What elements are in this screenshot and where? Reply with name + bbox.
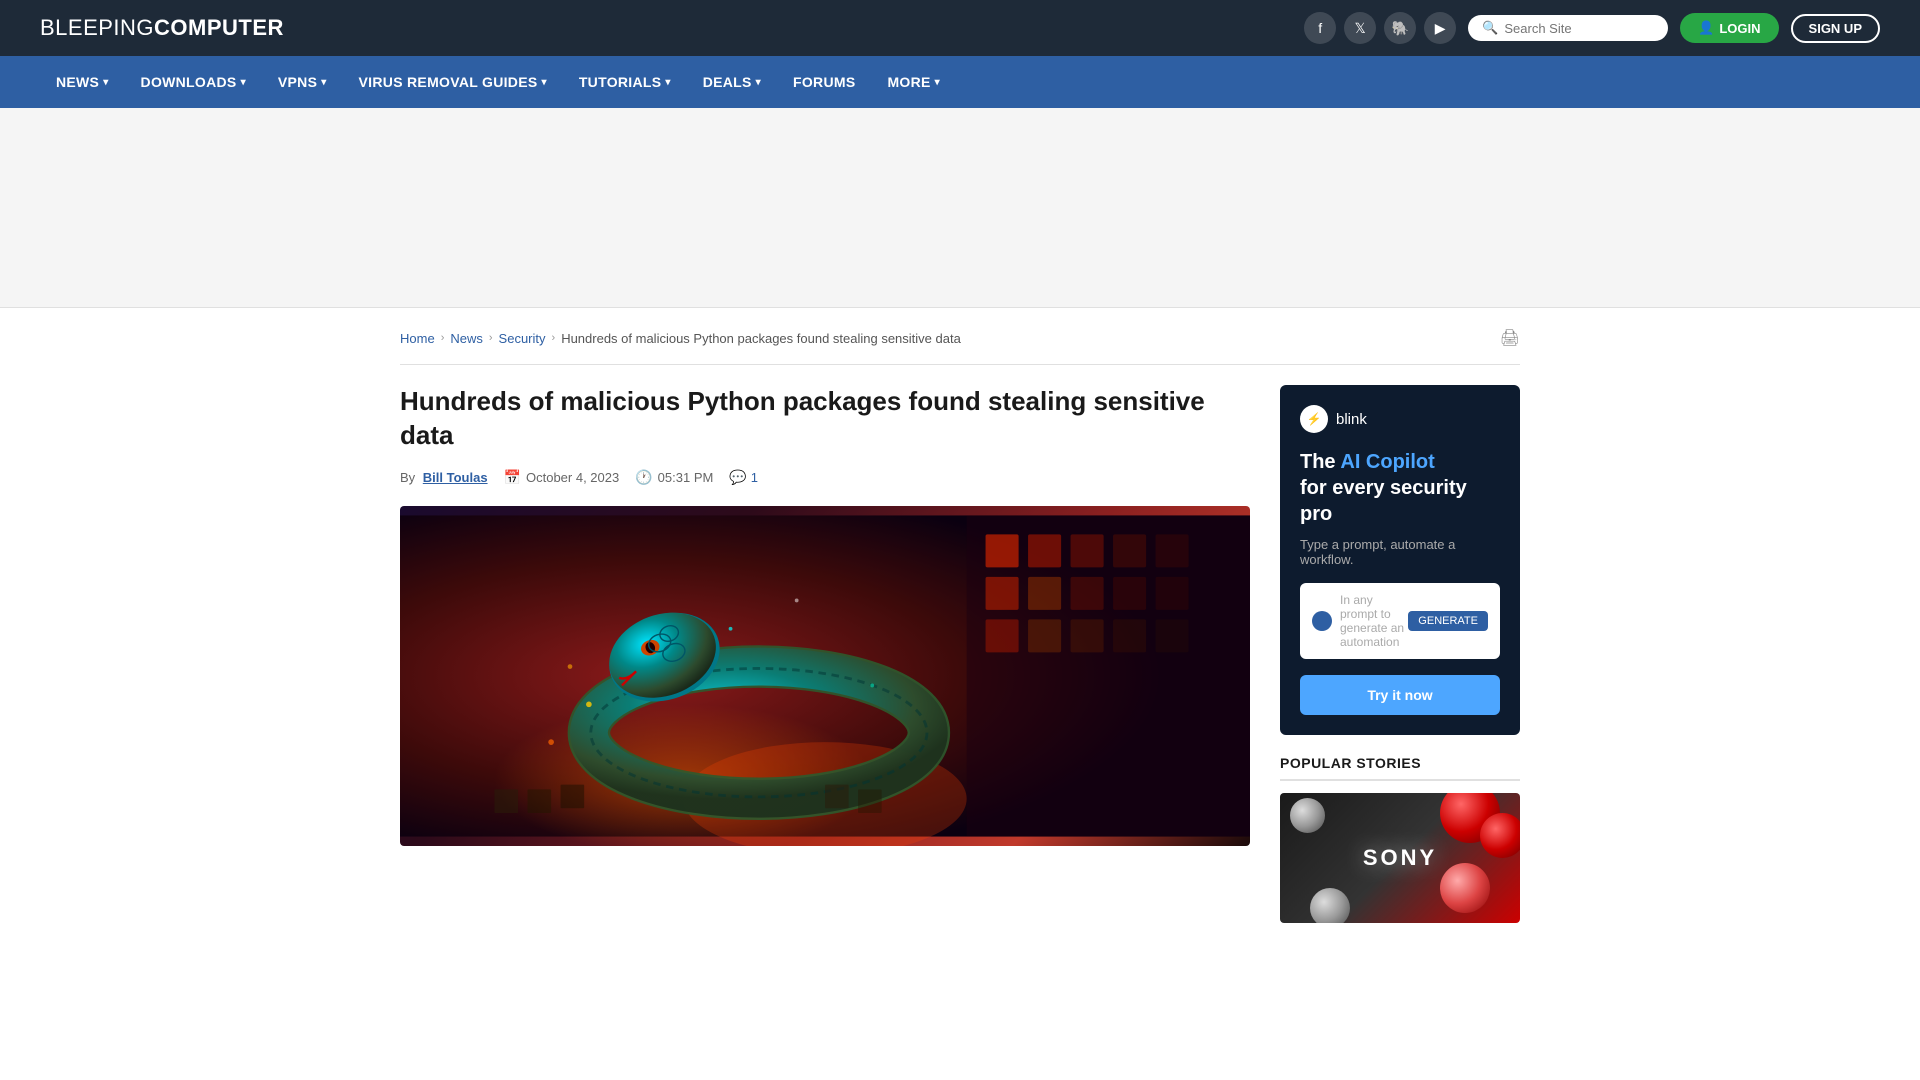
ad-headline: The AI Copilot for every security pro — [1300, 449, 1500, 527]
popular-stories-section: POPULAR STORIES SONY — [1280, 755, 1520, 923]
main-container: Home › News › Security › Hundreds of mal… — [360, 308, 1560, 943]
blink-icon: ⚡ — [1300, 405, 1328, 433]
chevron-down-icon: ▾ — [665, 77, 670, 88]
blink-logo: ⚡ blink — [1300, 405, 1500, 433]
chevron-down-icon: ▾ — [756, 77, 761, 88]
breadcrumb-news[interactable]: News — [450, 331, 483, 346]
ad-description: Type a prompt, automate a workflow. — [1300, 537, 1500, 567]
chevron-down-icon: ▾ — [935, 77, 940, 88]
try-it-button[interactable]: Try it now — [1300, 675, 1500, 715]
nav-news[interactable]: NEWS ▾ — [40, 56, 125, 108]
article-hero-image — [400, 506, 1250, 846]
article-time: 🕐 05:31 PM — [635, 469, 713, 486]
breadcrumb: Home › News › Security › Hundreds of mal… — [400, 328, 1520, 365]
nav-downloads[interactable]: DOWNLOADS ▾ — [125, 56, 262, 108]
article-meta: By Bill Toulas 📅 October 4, 2023 🕐 05:31… — [400, 469, 1250, 486]
popular-stories-header: POPULAR STORIES — [1280, 755, 1520, 781]
user-icon: 👤 — [1698, 20, 1714, 36]
header-right: f 𝕏 🐘 ▶ 🔍 👤 LOGIN SIGN UP — [1304, 12, 1880, 44]
print-icon[interactable]: 🖨 — [1500, 328, 1520, 348]
sphere-decoration — [1290, 798, 1325, 833]
calendar-icon: 📅 — [504, 469, 521, 486]
breadcrumb-home[interactable]: Home — [400, 331, 435, 346]
logo-prefix: BLEEPING — [40, 15, 154, 40]
clock-icon: 🕐 — [635, 469, 652, 486]
mastodon-icon[interactable]: 🐘 — [1384, 12, 1416, 44]
article-main: Hundreds of malicious Python packages fo… — [400, 385, 1250, 923]
nav-deals[interactable]: DEALS ▾ — [687, 56, 777, 108]
author-label: By Bill Toulas — [400, 470, 488, 485]
breadcrumb-security[interactable]: Security — [499, 331, 546, 346]
sphere-decoration — [1480, 813, 1520, 858]
main-navbar: NEWS ▾ DOWNLOADS ▾ VPNS ▾ VIRUS REMOVAL … — [0, 56, 1920, 108]
logo-suffix: COMPUTER — [154, 15, 284, 40]
article-title: Hundreds of malicious Python packages fo… — [400, 385, 1250, 453]
chevron-right-icon: › — [441, 332, 445, 344]
ad-banner — [0, 108, 1920, 308]
site-logo[interactable]: BLEEPINGCOMPUTER — [40, 15, 284, 41]
ad-input-placeholder: In any prompt to generate an automation — [1340, 593, 1408, 649]
article-sidebar: ⚡ blink The AI Copilot for every securit… — [1280, 385, 1520, 923]
nav-tutorials[interactable]: TUTORIALS ▾ — [563, 56, 687, 108]
search-box: 🔍 — [1468, 15, 1668, 41]
snake-illustration — [400, 506, 1250, 846]
sidebar-advertisement: ⚡ blink The AI Copilot for every securit… — [1280, 385, 1520, 735]
sphere-decoration — [1440, 863, 1490, 913]
site-header: BLEEPINGCOMPUTER f 𝕏 🐘 ▶ 🔍 👤 LOGIN SIGN … — [0, 0, 1920, 56]
article-layout: Hundreds of malicious Python packages fo… — [400, 385, 1520, 923]
comments-badge[interactable]: 💬 1 — [729, 469, 758, 486]
youtube-icon[interactable]: ▶ — [1424, 12, 1456, 44]
facebook-icon[interactable]: f — [1304, 12, 1336, 44]
chevron-down-icon: ▾ — [542, 77, 547, 88]
search-icon: 🔍 — [1482, 20, 1498, 36]
sphere-decoration — [1310, 888, 1350, 923]
nav-vpns[interactable]: VPNS ▾ — [262, 56, 343, 108]
story-brand-name: SONY — [1363, 845, 1437, 871]
ad-input-mock: In any prompt to generate an automation … — [1300, 583, 1500, 659]
comments-icon: 💬 — [729, 469, 746, 486]
nav-virus-removal[interactable]: VIRUS REMOVAL GUIDES ▾ — [343, 56, 563, 108]
chevron-down-icon: ▾ — [103, 77, 108, 88]
ad-input-icon — [1312, 611, 1332, 631]
nav-forums[interactable]: FORUMS — [777, 56, 871, 108]
chevron-down-icon: ▾ — [241, 77, 246, 88]
login-button[interactable]: 👤 LOGIN — [1680, 13, 1778, 43]
social-icons: f 𝕏 🐘 ▶ — [1304, 12, 1456, 44]
popular-story-item[interactable]: SONY — [1280, 793, 1520, 923]
article-date: 📅 October 4, 2023 — [504, 469, 620, 486]
twitter-icon[interactable]: 𝕏 — [1344, 12, 1376, 44]
signup-button[interactable]: SIGN UP — [1791, 14, 1880, 43]
blink-brand-name: blink — [1336, 411, 1367, 428]
generate-button[interactable]: GENERATE — [1408, 611, 1488, 631]
breadcrumb-current: Hundreds of malicious Python packages fo… — [561, 331, 961, 346]
chevron-down-icon: ▾ — [321, 77, 326, 88]
search-input[interactable] — [1504, 21, 1654, 36]
chevron-right-icon: › — [552, 332, 556, 344]
chevron-right-icon: › — [489, 332, 493, 344]
nav-more[interactable]: MORE ▾ — [871, 56, 956, 108]
author-link[interactable]: Bill Toulas — [423, 470, 488, 485]
